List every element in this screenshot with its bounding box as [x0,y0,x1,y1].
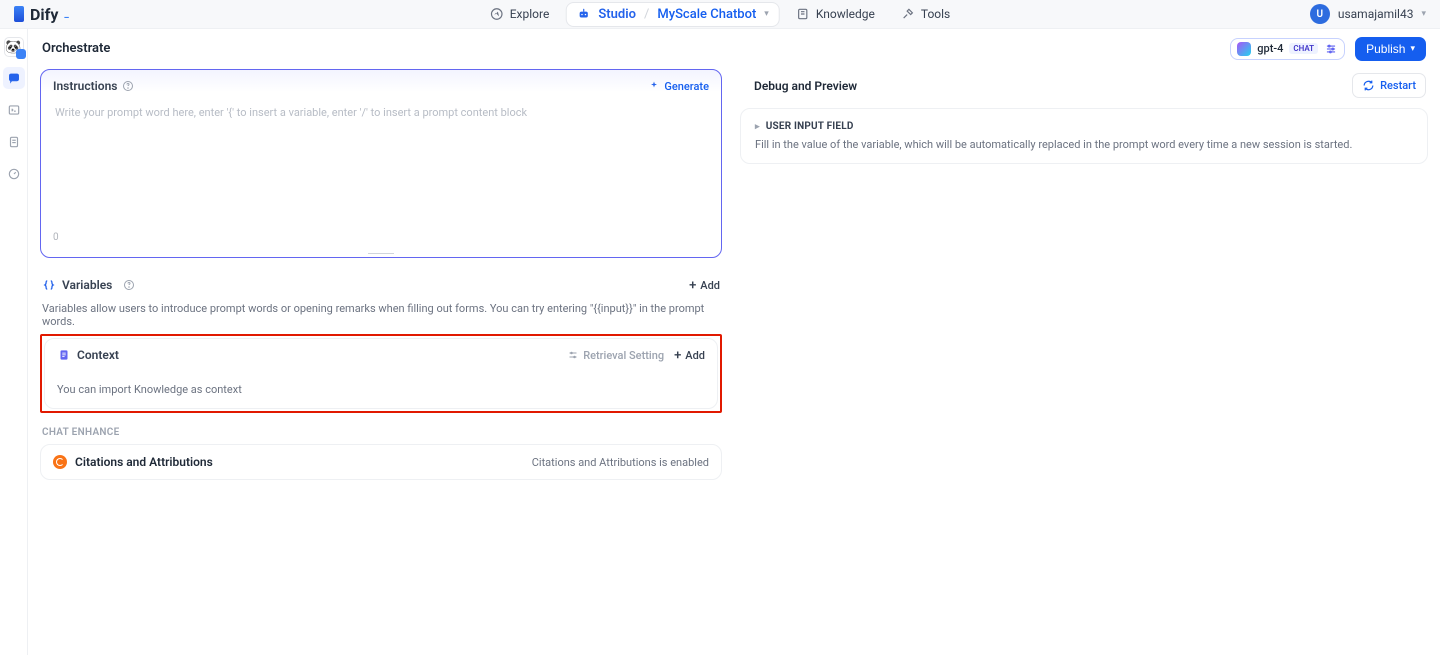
citations-status: Citations and Attributions is enabled [532,456,709,469]
instructions-head: Instructions Generate [41,70,721,102]
add-context-button[interactable]: + Add [674,349,705,362]
model-mode-badge: CHAT [1289,43,1318,54]
generate-button[interactable]: Generate [648,80,709,93]
context-card: Context Retrieval Setting + Add [44,338,718,409]
add-variable-button[interactable]: + Add [689,279,720,292]
resize-handle[interactable] [41,251,721,257]
sidebar-item-orchestrate[interactable] [3,67,25,89]
model-name: gpt-4 [1257,42,1283,55]
instructions-card: Instructions Generate 0 [40,69,722,258]
retrieval-label: Retrieval Setting [583,349,664,362]
header-right: gpt-4 CHAT Publish ▾ [1230,37,1426,61]
variables-title: Variables [62,278,112,292]
preview-title: Debug and Preview [754,79,857,93]
top-right: U usamajamil43 ▾ [1310,4,1426,24]
sidebar-item-logs[interactable] [3,131,25,153]
right-pane: Debug and Preview Restart ▸ USER INPUT F… [734,69,1440,655]
nav-knowledge-label: Knowledge [816,7,875,21]
hammer-icon [901,7,915,21]
publish-label: Publish [1366,42,1405,56]
user-input-label: USER INPUT FIELD [766,121,854,132]
citations-card[interactable]: Citations and Attributions Citations and… [40,444,722,480]
generate-label: Generate [664,80,709,93]
context-highlight: Context Retrieval Setting + Add [40,334,722,413]
main: Orchestrate gpt-4 CHAT Publish ▾ [28,29,1440,655]
logo-mark-icon [14,6,24,22]
retrieval-setting-button[interactable]: Retrieval Setting [567,349,664,362]
gauge-icon [7,167,21,181]
restart-label: Restart [1380,79,1416,92]
char-count: 0 [41,232,721,251]
split-panes: Instructions Generate 0 [28,69,1440,655]
topbar: Dify _ Explore Studio / MyScale Chatbot ▾… [0,0,1440,28]
chevron-right-icon: ▸ [755,122,760,132]
variables-section: Variables + Add Variables allow users to… [40,270,722,334]
robot-icon [576,7,590,21]
publish-button[interactable]: Publish ▾ [1355,37,1426,61]
chevron-down-icon: ▾ [764,9,769,19]
help-icon[interactable] [123,279,135,291]
nav-studio-label: Studio [598,7,636,22]
compass-icon [490,7,504,21]
nav-knowledge[interactable]: Knowledge [786,2,885,26]
restart-button[interactable]: Restart [1352,73,1426,98]
nav-tools-label: Tools [921,7,950,21]
context-body: You can import Knowledge as context [45,371,717,408]
preview-header: Debug and Preview Restart [740,69,1428,108]
plus-icon: + [689,279,696,292]
nav-studio[interactable]: Studio / MyScale Chatbot ▾ [565,2,780,27]
book-icon [796,7,810,21]
page-title: Orchestrate [42,41,110,56]
variables-description: Variables allow users to introduce promp… [40,294,722,334]
braces-icon [42,278,56,292]
document-icon [7,135,21,149]
prompt-textarea[interactable] [43,102,719,228]
chevron-down-icon: ▾ [1410,43,1415,54]
add-variable-label: Add [700,279,720,292]
sparkle-icon [648,80,660,92]
sidebar-item-overview[interactable] [3,163,25,185]
chat-icon [7,71,21,85]
model-icon [1237,42,1251,56]
chat-enhance-label: CHAT ENHANCE [40,423,722,444]
sidebar: 🐼 [0,29,28,655]
instructions-title: Instructions [53,79,117,93]
document-icon [57,348,71,362]
refresh-icon [1362,79,1375,92]
avatar[interactable]: U [1310,4,1330,24]
page-header: Orchestrate gpt-4 CHAT Publish ▾ [28,29,1440,69]
citations-title: Citations and Attributions [75,455,213,469]
brand-caret: _ [64,9,68,20]
citations-icon [53,455,67,469]
user-menu-chevron-icon[interactable]: ▾ [1421,9,1426,19]
user-input-description: Fill in the value of the variable, which… [755,138,1413,151]
add-context-label: Add [685,349,705,362]
user-input-card[interactable]: ▸ USER INPUT FIELD Fill in the value of … [740,108,1428,164]
terminal-icon [7,103,21,117]
nav-chatbot-name: MyScale Chatbot [657,7,756,22]
help-icon[interactable] [122,80,134,92]
nav-tools[interactable]: Tools [891,2,960,26]
nav-explore[interactable]: Explore [480,2,560,26]
context-title: Context [77,348,119,362]
nav-center: Explore Studio / MyScale Chatbot ▾ Knowl… [480,2,961,27]
left-pane: Instructions Generate 0 [28,69,734,655]
plus-icon: + [674,349,681,362]
sliders-icon [1324,42,1338,56]
sidebar-item-api[interactable] [3,99,25,121]
shell: 🐼 Orchestrate gpt-4 CHAT Pu [0,28,1440,655]
logo[interactable]: Dify _ [14,5,69,24]
nav-explore-label: Explore [510,7,550,21]
settings-icon [567,349,579,361]
app-switcher[interactable]: 🐼 [4,37,24,57]
avatar-initial: U [1317,9,1324,20]
model-selector[interactable]: gpt-4 CHAT [1230,38,1345,60]
brand-name: Dify [30,5,58,24]
username: usamajamil43 [1338,7,1414,21]
